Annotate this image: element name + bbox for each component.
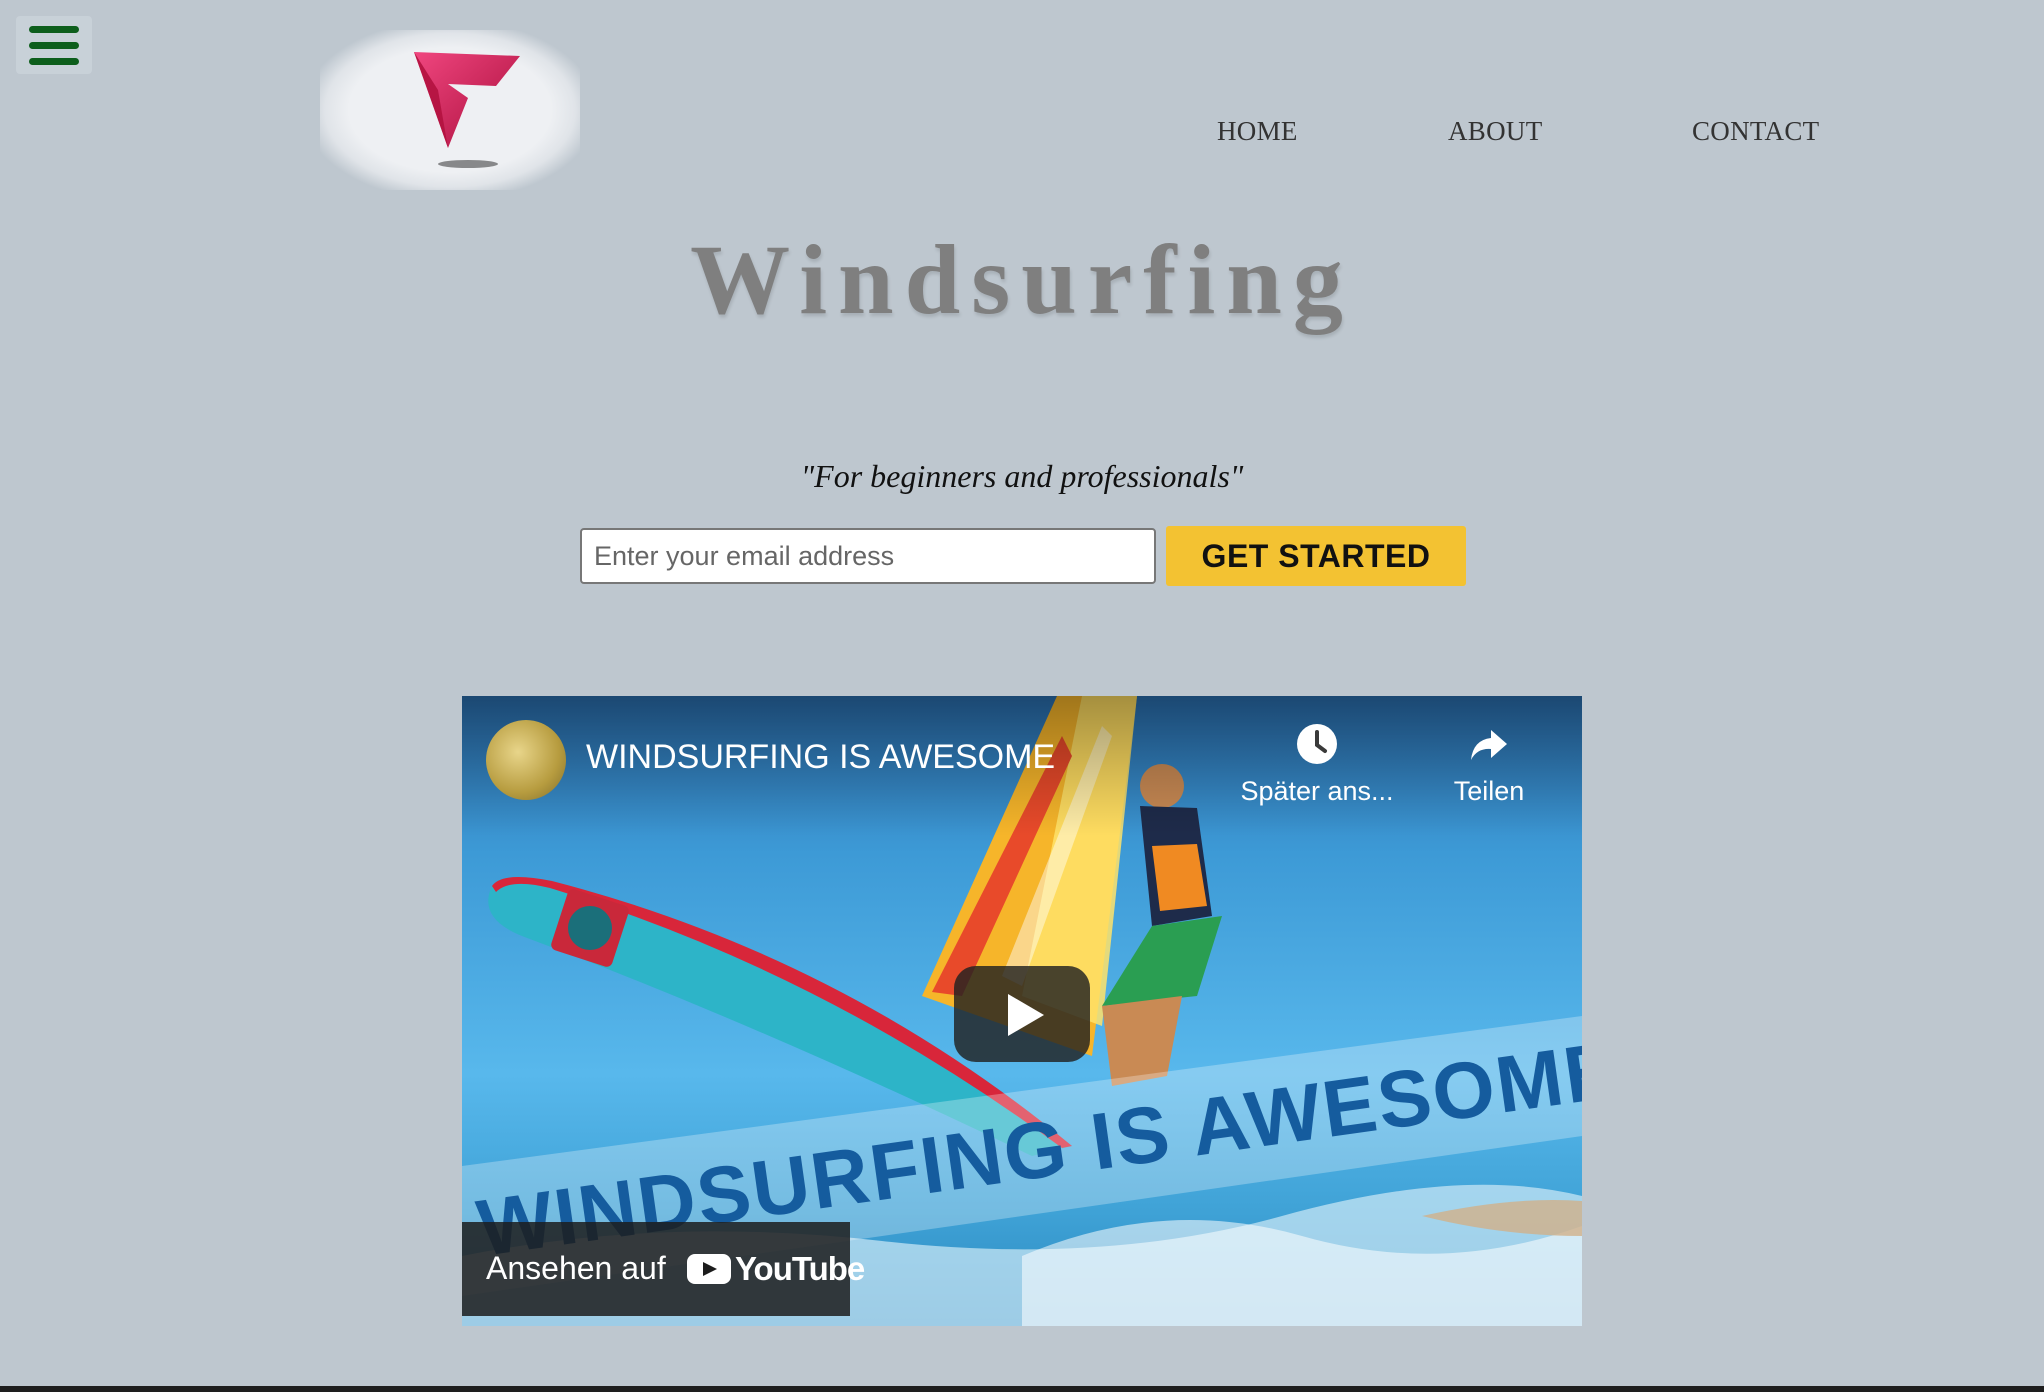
footer-divider <box>0 1386 2044 1392</box>
watch-later-label: Später ans... <box>1240 776 1394 806</box>
brand-v-logo-icon <box>414 52 520 168</box>
watch-on-label: Ansehen auf <box>486 1250 666 1286</box>
brand-logo[interactable] <box>320 30 580 190</box>
get-started-button[interactable]: GET STARTED <box>1166 526 1466 586</box>
youtube-wordmark: YouTube <box>735 1250 865 1287</box>
youtube-play-icon <box>687 1254 731 1284</box>
nav-about[interactable]: ABOUT <box>1448 116 1543 147</box>
nav-contact[interactable]: CONTACT <box>1692 116 1819 147</box>
hamburger-menu-icon[interactable] <box>16 16 92 74</box>
menu-line <box>29 41 79 49</box>
share-label: Teilen <box>1453 776 1525 806</box>
play-button[interactable] <box>954 966 1090 1062</box>
share-button[interactable]: Teilen <box>1404 722 1574 807</box>
menu-line <box>29 25 79 33</box>
email-input[interactable] <box>580 528 1156 584</box>
watch-later-button[interactable]: Später ans... <box>1232 722 1402 807</box>
nav-home[interactable]: HOME <box>1217 116 1298 147</box>
channel-avatar[interactable] <box>486 720 566 800</box>
youtube-video-player[interactable]: WINDSURFING IS AWESOME WINDSURFING IS AW… <box>462 696 1582 1326</box>
video-title[interactable]: WINDSURFING IS AWESOME <box>586 738 1055 777</box>
menu-line <box>29 57 79 65</box>
page-title: Windsurfing <box>690 224 1354 335</box>
clock-icon <box>1297 724 1337 764</box>
watch-on-youtube-button[interactable]: Ansehen auf YouTube <box>462 1222 865 1316</box>
tagline: "For beginners and professionals" <box>800 458 1244 494</box>
share-arrow-icon <box>1471 730 1507 760</box>
